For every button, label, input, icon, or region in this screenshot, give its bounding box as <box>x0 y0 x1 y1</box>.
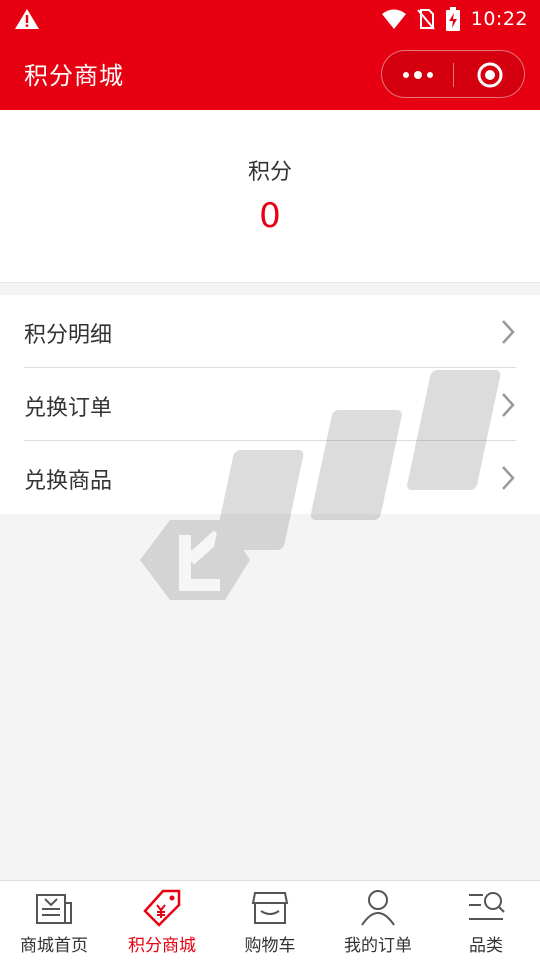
more-icon[interactable] <box>400 65 436 85</box>
battery-charging-icon <box>445 7 460 31</box>
menu-item-label: 兑换商品 <box>24 469 113 494</box>
tab-category[interactable]: 品类 <box>432 881 540 960</box>
points-label: 积分 <box>247 160 292 185</box>
yen-tag-icon <box>143 889 181 927</box>
points-value: 0 <box>259 196 281 236</box>
tab-my-orders[interactable]: 我的订单 <box>324 881 432 960</box>
user-icon <box>361 890 395 926</box>
tab-label: 品类 <box>469 936 503 956</box>
menu-item-label: 积分明细 <box>24 323 113 348</box>
wifi-icon <box>381 9 406 29</box>
tab-label: 积分商城 <box>128 936 196 956</box>
menu-item-exchange-orders[interactable]: 兑换订单 <box>0 368 540 441</box>
capsule-divider <box>453 63 454 87</box>
close-target-icon[interactable] <box>476 61 504 89</box>
menu-item-label: 兑换订单 <box>24 396 113 421</box>
status-bar: 10:22 <box>0 0 540 38</box>
chevron-right-icon <box>502 320 515 344</box>
points-menu: 积分明细 兑换订单 兑换商品 <box>0 295 540 514</box>
page-title: 积分商城 <box>24 62 124 90</box>
tab-store-home[interactable]: 商城首页 <box>0 881 108 960</box>
category-search-icon <box>469 892 505 920</box>
menu-item-exchange-goods[interactable]: 兑换商品 <box>0 441 540 514</box>
warning-icon <box>15 9 39 29</box>
points-card: 积分 0 <box>0 110 540 283</box>
tab-points-mall[interactable]: 积分商城 <box>108 881 216 960</box>
mini-program-capsule <box>381 50 525 98</box>
tab-label: 购物车 <box>244 936 296 956</box>
status-time: 10:22 <box>470 8 528 30</box>
tab-label: 商城首页 <box>20 936 88 956</box>
chevron-right-icon <box>502 466 515 490</box>
chevron-right-icon <box>502 393 515 417</box>
tab-cart[interactable]: 购物车 <box>216 881 324 960</box>
no-sim-icon <box>416 9 435 30</box>
shop-basket-icon <box>251 892 289 924</box>
menu-item-points-detail[interactable]: 积分明细 <box>0 295 540 368</box>
tab-label: 我的订单 <box>344 936 412 956</box>
nav-bar: 积分商城 <box>0 38 540 110</box>
store-home-icon <box>36 894 72 924</box>
tab-bar: 商城首页 积分商城 购物车 我的订单 品类 <box>0 880 540 960</box>
